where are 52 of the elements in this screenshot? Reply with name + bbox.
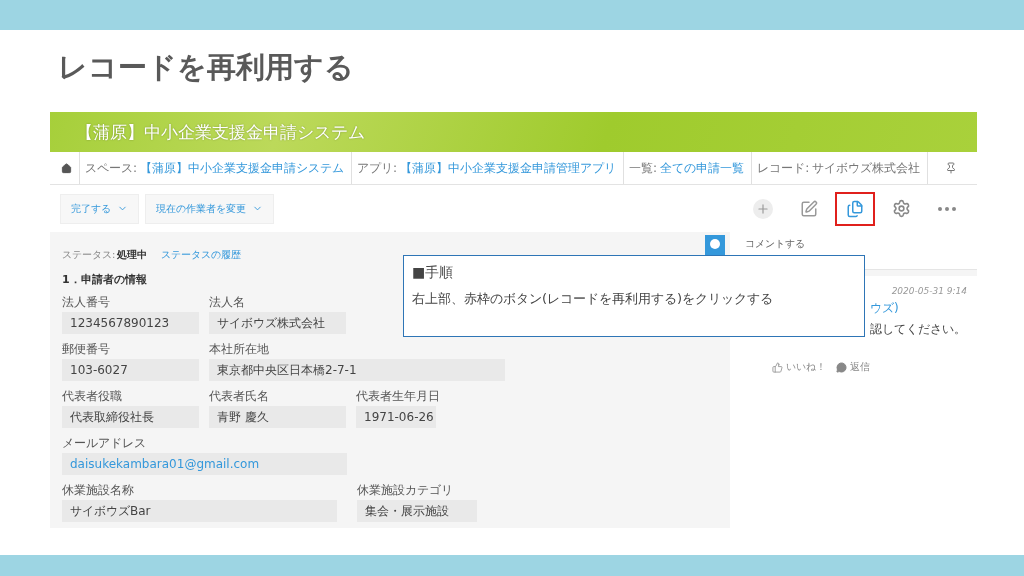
field-label: 休業施設名称 (62, 482, 135, 499)
field-label: 法人番号 (62, 294, 111, 311)
field-label: 代表者生年月日 (356, 388, 436, 405)
field-label: 代表者氏名 (209, 388, 270, 405)
comment-date: 2020-05-31 9:14 (891, 286, 967, 296)
breadcrumb-link[interactable]: サイボウズ株式会社 (812, 159, 921, 177)
field-label: 代表者役職 (62, 388, 123, 405)
field-label: 郵便番号 (62, 341, 111, 358)
breadcrumb-link[interactable]: 全ての申請一覧 (660, 159, 745, 177)
home-icon[interactable] (61, 162, 72, 174)
field-value: サイボウズBar (62, 500, 337, 522)
speech-bubble-icon (836, 361, 847, 373)
field-value: daisukekambara01@gmail.com (62, 453, 347, 475)
field-value: 東京都中央区日本橋2-7-1 (209, 359, 505, 381)
thumbs-up-icon (772, 361, 783, 373)
like-link[interactable]: いいね！ (772, 360, 826, 374)
field-value: 代表取締役社長 (62, 406, 199, 428)
field-label: 本社所在地 (209, 341, 270, 358)
status-text: ステータス: 処理中 (62, 248, 148, 262)
reply-link[interactable]: 返信 (836, 360, 870, 374)
breadcrumb-label: レコード: (757, 159, 810, 177)
callout-text: 右上部、赤枠のボタン(レコードを再利用する)をクリックする (412, 290, 775, 308)
pin-icon[interactable] (945, 162, 957, 174)
field-value: 青野 慶久 (209, 406, 346, 428)
field-label: 法人名 (209, 294, 246, 311)
plus-icon (753, 198, 773, 219)
more-icon (938, 206, 956, 211)
field-value: 1971-06-26 (356, 406, 436, 428)
field-value: 1234567890123 (62, 312, 199, 334)
action-dropdown[interactable]: 完了する (60, 193, 139, 224)
field-value: 103-6027 (62, 359, 199, 381)
comment-author[interactable]: ウズ) (870, 300, 899, 317)
breadcrumb-label: アプリ: (357, 159, 398, 177)
toolbar-button[interactable] (835, 191, 875, 226)
section-title: 1．申請者の情報 (62, 271, 147, 288)
field-value: サイボウズ株式会社 (209, 312, 346, 334)
app-title: 【蒲原】中小企業支援金申請システム (76, 120, 365, 144)
breadcrumb-link[interactable]: 【蒲原】中小企業支援金申請管理アプリ (400, 159, 617, 177)
edit-icon (800, 199, 818, 218)
breadcrumb-label: スペース: (85, 159, 138, 177)
action-dropdown[interactable]: 現在の作業者を変更 (145, 193, 274, 224)
documents-icon (846, 199, 864, 218)
breadcrumb-link[interactable]: 【蒲原】中小企業支援金申請システム (140, 159, 345, 177)
callout-heading: ■手順 (412, 264, 455, 282)
status-history-link[interactable]: ステータスの履歴 (161, 248, 242, 262)
settings-icon (891, 199, 911, 218)
slide-title: レコードを再利用する (57, 49, 355, 86)
breadcrumb-label: 一覧: (629, 159, 658, 177)
comment-text: 認してください。 (870, 321, 966, 338)
field-value: 集会・展示施設 (357, 500, 477, 522)
field-label: 休業施設カテゴリ (357, 482, 454, 499)
field-label: メールアドレス (62, 435, 147, 452)
